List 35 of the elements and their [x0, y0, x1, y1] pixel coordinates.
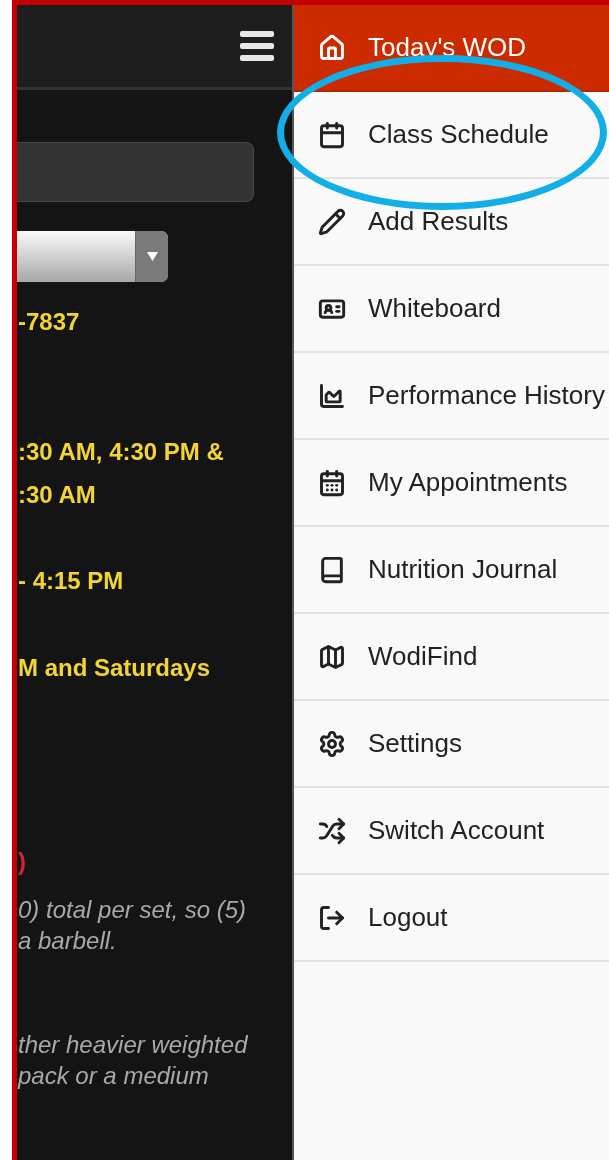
description-text: a barbell.	[17, 926, 118, 956]
info-text: -7837	[17, 307, 81, 337]
calendar-icon	[318, 468, 346, 497]
menu-icon[interactable]	[240, 31, 274, 61]
description-text: ther heavier weighted	[17, 1030, 249, 1060]
info-text: :30 AM	[17, 480, 97, 510]
menu-item[interactable]: Class Schedule	[294, 92, 609, 179]
menu-item[interactable]: Performance History	[294, 353, 609, 440]
info-text: :30 AM, 4:30 PM &	[17, 437, 225, 467]
logout-icon	[318, 903, 346, 932]
menu-item[interactable]: My Appointments	[294, 440, 609, 527]
description-text: 0) total per set, so (5)	[17, 895, 248, 925]
menu-item[interactable]: Logout	[294, 875, 609, 962]
shuffle-icon	[318, 816, 346, 845]
description-text: pack or a medium	[17, 1061, 210, 1091]
text-field[interactable]	[17, 142, 254, 202]
dropdown-select[interactable]	[17, 231, 168, 282]
info-text: )	[17, 847, 27, 877]
menu-item[interactable]: Nutrition Journal	[294, 527, 609, 614]
menu-item[interactable]: Switch Account	[294, 788, 609, 875]
menu-item[interactable]: Today's WOD	[294, 5, 609, 92]
map-icon	[318, 642, 346, 671]
area-chart-icon	[318, 381, 346, 410]
calendar-icon	[318, 120, 346, 149]
menu-item[interactable]: WodiFind	[294, 614, 609, 701]
settings-icon	[318, 729, 346, 758]
caret-icon	[146, 252, 158, 261]
pencil-icon	[318, 207, 346, 236]
menu-item[interactable]: Add Results	[294, 179, 609, 266]
book-icon	[318, 555, 346, 584]
home-icon	[318, 33, 346, 62]
menu-item[interactable]: Settings	[294, 701, 609, 788]
menu-item[interactable]: Whiteboard	[294, 266, 609, 353]
info-text: M and Saturdays	[17, 653, 212, 683]
info-text: - 4:15 PM	[17, 566, 125, 596]
